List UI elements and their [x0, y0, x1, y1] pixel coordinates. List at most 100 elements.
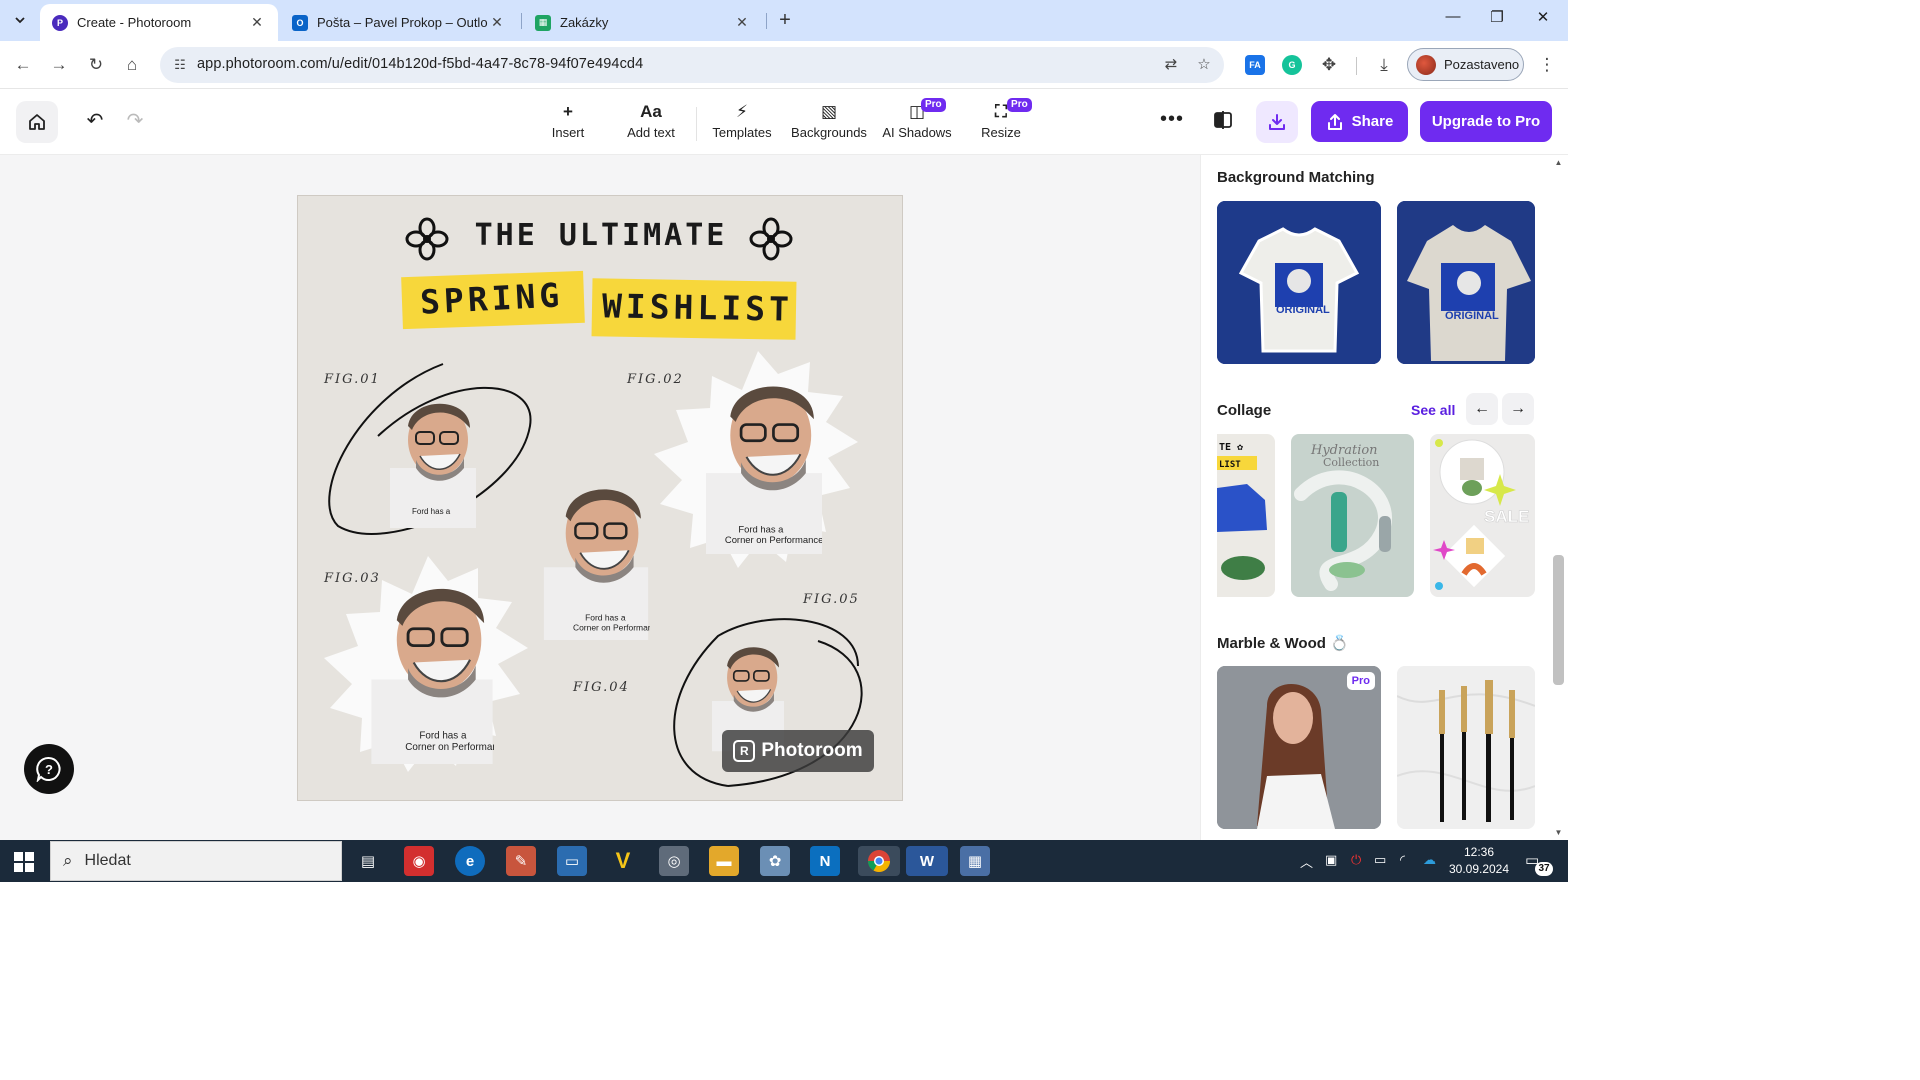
- download-button[interactable]: [1256, 101, 1298, 143]
- undo-icon[interactable]: ↶: [83, 109, 107, 133]
- collage-thumb-2[interactable]: Hydration Collection: [1291, 434, 1414, 597]
- photoroom-watermark[interactable]: R Photoroom: [722, 730, 874, 772]
- help-chat-icon: ?: [36, 756, 61, 782]
- system-clock[interactable]: 12:36 30.09.2024: [1448, 844, 1510, 878]
- add-text-button[interactable]: Aa Add text: [624, 101, 678, 145]
- app-pencil-icon[interactable]: ✎: [506, 846, 536, 876]
- redo-icon[interactable]: ↷: [123, 109, 147, 133]
- tab-outlook[interactable]: O Pošta – Pavel Prokop – Outlook ✕: [280, 4, 518, 41]
- profile-button[interactable]: Pozastaveno: [1407, 48, 1524, 81]
- marble-thumb-1[interactable]: Pro: [1217, 666, 1381, 829]
- vectorworks-icon[interactable]: V: [608, 846, 638, 876]
- collage-thumb-1[interactable]: TE ✿ LIST: [1217, 434, 1275, 597]
- shadow-icon: ◫ Pro: [909, 98, 946, 123]
- close-window-icon[interactable]: ✕: [1533, 8, 1553, 30]
- extension-grammarly-icon[interactable]: G: [1282, 55, 1302, 75]
- panel-scrollbar[interactable]: [1552, 155, 1568, 840]
- menu-kebab-icon[interactable]: ⋮: [1535, 53, 1559, 77]
- app-n-icon[interactable]: N: [810, 846, 840, 876]
- battery-icon[interactable]: ▭: [1374, 852, 1386, 868]
- compare-icon[interactable]: [1212, 109, 1236, 133]
- upgrade-to-pro-button[interactable]: Upgrade to Pro: [1420, 101, 1552, 142]
- back-icon[interactable]: ←: [11, 53, 35, 77]
- wifi-icon[interactable]: ◜: [1400, 852, 1405, 868]
- edge-icon[interactable]: e: [455, 846, 485, 876]
- image-icon: ▧: [820, 102, 838, 121]
- minimize-icon[interactable]: —: [1443, 8, 1463, 30]
- downloads-icon[interactable]: ⤓: [1372, 53, 1396, 77]
- canvas-workspace[interactable]: THE ULTIMATE SPRING WISHLIST FIG.01 FIG.…: [0, 155, 1200, 840]
- restore-icon[interactable]: ❐: [1487, 8, 1507, 30]
- site-settings-icon[interactable]: ☷: [170, 55, 190, 75]
- camera-icon[interactable]: ◎: [659, 846, 689, 876]
- file-explorer-icon[interactable]: ▬: [709, 846, 739, 876]
- more-options-icon[interactable]: •••: [1160, 109, 1184, 133]
- scrollbar-thumb[interactable]: [1553, 555, 1564, 685]
- templates-button[interactable]: ⚡ Templates: [711, 101, 773, 145]
- task-view-icon[interactable]: ▤: [353, 846, 383, 876]
- taskbar-search[interactable]: ⌕ Hledat: [50, 841, 342, 881]
- tray-usb-icon[interactable]: ⏻: [1351, 852, 1361, 868]
- calculator-icon[interactable]: ▦: [960, 846, 990, 876]
- notification-badge: 37: [1535, 862, 1553, 876]
- see-all-link[interactable]: See all: [1411, 402, 1455, 418]
- close-icon[interactable]: ✕: [488, 14, 506, 31]
- tshirt-image: ORIGINAL: [1397, 201, 1535, 364]
- svg-text:Ford has a: Ford has a: [412, 507, 451, 516]
- templates-icon: ⚡: [736, 102, 748, 121]
- ai-shadows-button[interactable]: ◫ Pro AI Shadows: [882, 98, 952, 145]
- tray-chevron-icon[interactable]: ︿: [1300, 852, 1313, 871]
- home-button[interactable]: [16, 101, 58, 143]
- extensions-puzzle-icon[interactable]: ✥: [1317, 53, 1341, 77]
- photoroom-favicon-icon: P: [52, 14, 68, 31]
- person-photo-center[interactable]: Ford has a Corner on Performance: [542, 480, 650, 640]
- onedrive-icon[interactable]: ☁: [1423, 852, 1436, 868]
- background-thumb-2[interactable]: ORIGINAL: [1397, 201, 1535, 364]
- tab-search-button[interactable]: [6, 6, 34, 34]
- backgrounds-button[interactable]: ▧ Backgrounds: [791, 101, 867, 145]
- tab-title: Pošta – Pavel Prokop – Outlook: [317, 15, 488, 30]
- person-photo-2[interactable]: Ford has a Corner on Performance: [706, 376, 822, 554]
- help-button[interactable]: ?: [24, 744, 74, 794]
- insert-button[interactable]: + Insert: [548, 101, 588, 145]
- windows-start-icon[interactable]: [14, 852, 34, 872]
- tab-photoroom[interactable]: P Create - Photoroom ✕: [40, 4, 278, 41]
- app-computer-icon[interactable]: ▭: [557, 846, 587, 876]
- download-icon: [1269, 114, 1285, 130]
- scroll-up-icon[interactable]: ▲: [1553, 158, 1564, 167]
- forward-icon[interactable]: →: [47, 53, 71, 77]
- person-photo-1[interactable]: Ford has a: [390, 396, 476, 528]
- home-page-icon[interactable]: ⌂: [120, 53, 144, 77]
- new-tab-button[interactable]: +: [774, 9, 796, 31]
- bookmark-star-icon[interactable]: ☆: [1194, 55, 1214, 75]
- word-icon[interactable]: W: [906, 846, 948, 876]
- carousel-prev-button[interactable]: ←: [1466, 393, 1498, 425]
- close-icon[interactable]: ✕: [733, 14, 751, 31]
- svg-text:Corner on Performance: Corner on Performance: [405, 742, 494, 753]
- carousel-next-button[interactable]: →: [1502, 393, 1534, 425]
- app-record-icon[interactable]: ◉: [404, 846, 434, 876]
- tab-zakazky[interactable]: ▦ Zakázky ✕: [523, 4, 763, 41]
- svg-text:Ford has a: Ford has a: [419, 731, 467, 742]
- chrome-icon[interactable]: [858, 846, 900, 876]
- collage-preview-image: TE ✿ LIST: [1217, 442, 1267, 580]
- background-thumb-1[interactable]: ORIGINAL: [1217, 201, 1381, 364]
- close-icon[interactable]: ✕: [248, 14, 266, 31]
- person-photo-3[interactable]: Ford has a Corner on Performance: [370, 578, 494, 764]
- paint-icon[interactable]: ✿: [760, 846, 790, 876]
- address-bar[interactable]: ☷ app.photoroom.com/u/edit/014b120d-f5bd…: [160, 47, 1224, 83]
- tray-network-app-icon[interactable]: ▣: [1325, 852, 1337, 868]
- marble-thumb-2[interactable]: [1397, 666, 1535, 829]
- photoroom-logo-icon: R: [733, 740, 756, 762]
- scroll-down-icon[interactable]: ▼: [1553, 828, 1564, 837]
- artboard[interactable]: THE ULTIMATE SPRING WISHLIST FIG.01 FIG.…: [297, 195, 903, 801]
- reload-icon[interactable]: ↻: [84, 53, 108, 77]
- translate-icon[interactable]: ⇄: [1161, 55, 1181, 75]
- collage-thumb-3[interactable]: SALE: [1430, 434, 1535, 597]
- url-text[interactable]: app.photoroom.com/u/edit/014b120d-f5bd-4…: [197, 56, 643, 72]
- text-icon: Aa: [640, 102, 662, 121]
- share-button[interactable]: Share: [1311, 101, 1408, 142]
- extension-fa-icon[interactable]: FA: [1245, 55, 1265, 75]
- resize-button[interactable]: ⛶ Pro Resize: [979, 98, 1032, 145]
- backgrounds-panel: Background Matching ORIGINAL ORIGINAL Co…: [1200, 155, 1568, 840]
